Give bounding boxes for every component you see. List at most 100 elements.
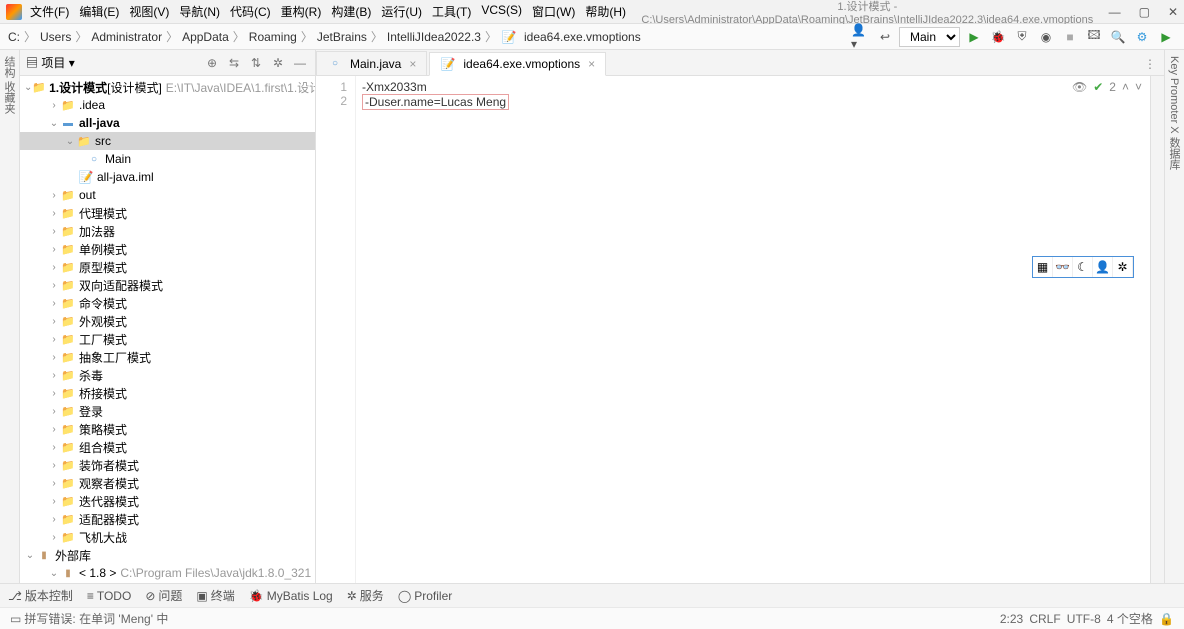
code-line[interactable]: -Xmx2033m <box>362 80 1144 94</box>
collapse-icon[interactable]: ⇅ <box>247 56 265 70</box>
code-editor[interactable]: 12 -Xmx2033m -Duser.name=Lucas Meng 👁 ✔2… <box>316 76 1164 583</box>
down-icon[interactable]: ˅ <box>1135 80 1142 94</box>
breadcrumb[interactable]: IntelliJIdea2022.3 <box>387 30 481 44</box>
maximize-icon[interactable]: ▢ <box>1139 5 1150 19</box>
breadcrumb[interactable]: AppData <box>182 30 229 44</box>
moon-icon[interactable]: ☾ <box>1073 257 1093 277</box>
bottom-tool-bar: ⎇ 版本控制 ≡ TODO ⊘ 问题 ▣ 终端 🐞 MyBatis Log ✲ … <box>0 583 1184 607</box>
breadcrumb[interactable]: Roaming <box>249 30 297 44</box>
navigation-bar: C:〉 Users〉 Administrator〉 AppData〉 Roami… <box>0 24 1184 50</box>
profile-icon[interactable]: ◉ <box>1036 27 1056 47</box>
tree-folder[interactable]: ›桥接模式 <box>20 384 315 402</box>
editor-scrollbar[interactable] <box>1150 76 1164 583</box>
tree-folder[interactable]: ›飞机大战 <box>20 528 315 546</box>
tree-node-src[interactable]: ⌄src <box>20 132 315 150</box>
translate-icon[interactable]: 🖾 <box>1084 27 1104 47</box>
breadcrumb[interactable]: idea64.exe.vmoptions <box>524 30 641 44</box>
menu-tools[interactable]: 工具(T) <box>432 3 471 20</box>
menu-window[interactable]: 窗口(W) <box>532 3 575 20</box>
settings-icon[interactable]: ⚙ <box>1132 27 1152 47</box>
tree-folder[interactable]: ›加法器 <box>20 222 315 240</box>
code-line-highlighted[interactable]: -Duser.name=Lucas Meng <box>362 94 509 110</box>
status-indent[interactable]: 4 个空格 <box>1107 610 1153 627</box>
menu-refactor[interactable]: 重构(R) <box>281 3 322 20</box>
tree-folder[interactable]: ›组合模式 <box>20 438 315 456</box>
file-icon: 📝 <box>501 30 517 44</box>
tab-menu-icon[interactable]: ⋮ <box>1136 53 1164 75</box>
minimize-icon[interactable]: — <box>1109 5 1121 19</box>
tree-folder[interactable]: ›外观模式 <box>20 312 315 330</box>
left-tool-stripe[interactable]: 结构 收藏夹 <box>0 50 20 583</box>
debug-icon[interactable]: 🐞 <box>988 27 1008 47</box>
close-icon[interactable]: ✕ <box>1168 5 1178 19</box>
back-icon[interactable]: ↩ <box>875 27 895 47</box>
menu-view[interactable]: 视图(V) <box>129 3 169 20</box>
menu-navigate[interactable]: 导航(N) <box>179 3 220 20</box>
select-target-icon[interactable]: ⊕ <box>203 56 221 70</box>
menu-vcs[interactable]: VCS(S) <box>481 3 522 20</box>
tool-problems[interactable]: ⊘ 问题 <box>145 587 182 604</box>
project-tree[interactable]: ⌄1.设计模式 [设计模式]E:\IT\Java\IDEA\1.first\1.… <box>20 76 315 583</box>
run-config-select[interactable]: Main <box>899 27 960 47</box>
menu-edit[interactable]: 编辑(E) <box>79 3 119 20</box>
tree-folder[interactable]: ›装饰者模式 <box>20 456 315 474</box>
tree-folder[interactable]: ›代理模式 <box>20 204 315 222</box>
expand-icon[interactable]: ⇆ <box>225 56 243 70</box>
tree-folder[interactable]: ›登录 <box>20 402 315 420</box>
status-eol[interactable]: CRLF <box>1029 612 1060 626</box>
tree-folder[interactable]: ›原型模式 <box>20 258 315 276</box>
menu-help[interactable]: 帮助(H) <box>585 3 626 20</box>
run-anything-icon[interactable]: ▶ <box>1156 27 1176 47</box>
close-tab-icon[interactable]: × <box>588 57 595 71</box>
user-icon[interactable]: 👤▾ <box>851 27 871 47</box>
run-icon[interactable]: ▶ <box>964 27 984 47</box>
close-tab-icon[interactable]: × <box>409 57 416 71</box>
coverage-icon[interactable]: ⛨ <box>1012 27 1032 47</box>
status-encoding[interactable]: UTF-8 <box>1067 612 1101 626</box>
menu-file[interactable]: 文件(F) <box>30 3 69 20</box>
iml-icon: 📝 <box>78 170 94 184</box>
breadcrumb[interactable]: JetBrains <box>317 30 367 44</box>
breadcrumb[interactable]: Administrator <box>91 30 162 44</box>
floating-toolbar[interactable]: ▦ 👓 ☾ 👤 ✲ <box>1032 256 1134 278</box>
up-icon[interactable]: ˄ <box>1122 80 1129 94</box>
grid-icon[interactable]: ▦ <box>1033 257 1053 277</box>
tool-profiler[interactable]: ◯ Profiler <box>398 589 452 603</box>
menu-build[interactable]: 构建(B) <box>331 3 371 20</box>
right-tool-stripe[interactable]: Key Promoter X 数据库 <box>1164 50 1184 583</box>
tool-terminal[interactable]: ▣ 终端 <box>196 587 234 604</box>
tree-folder[interactable]: ›观察者模式 <box>20 474 315 492</box>
tree-folder[interactable]: ›工厂模式 <box>20 330 315 348</box>
tree-folder[interactable]: ›策略模式 <box>20 420 315 438</box>
tree-folder[interactable]: ›杀毒 <box>20 366 315 384</box>
tree-folder[interactable]: ›抽象工厂模式 <box>20 348 315 366</box>
tool-services[interactable]: ✲ 服务 <box>347 587 384 604</box>
hide-icon[interactable]: — <box>291 56 309 70</box>
tab-main-java[interactable]: Main.java× <box>316 51 427 75</box>
tool-todo[interactable]: ≡ TODO <box>87 589 131 603</box>
eye-icon[interactable]: 👁 <box>1072 80 1087 94</box>
gear-icon[interactable]: ✲ <box>269 56 287 70</box>
tree-folder[interactable]: ›双向适配器模式 <box>20 276 315 294</box>
status-message: 拼写错误: 在单词 'Meng' 中 <box>24 610 168 627</box>
menu-code[interactable]: 代码(C) <box>230 3 271 20</box>
tool-vcs[interactable]: ⎇ 版本控制 <box>8 587 73 604</box>
gear-icon[interactable]: ✲ <box>1113 257 1133 277</box>
status-position[interactable]: 2:23 <box>1000 612 1023 626</box>
stop-icon[interactable]: ■ <box>1060 27 1080 47</box>
search-icon[interactable]: 🔍 <box>1108 27 1128 47</box>
sidebar-title[interactable]: ▤ 项目 ▾ <box>26 54 75 71</box>
breadcrumb[interactable]: Users <box>40 30 71 44</box>
inspection-widget[interactable]: 👁 ✔2 ˄˅ <box>1072 80 1142 94</box>
menu-run[interactable]: 运行(U) <box>381 3 422 20</box>
tree-folder[interactable]: ›适配器模式 <box>20 510 315 528</box>
tree-folder[interactable]: ›命令模式 <box>20 294 315 312</box>
tree-folder[interactable]: ›单例模式 <box>20 240 315 258</box>
person-icon[interactable]: 👤 <box>1093 257 1113 277</box>
tree-folder[interactable]: ›迭代器模式 <box>20 492 315 510</box>
tab-vmoptions[interactable]: 📝idea64.exe.vmoptions× <box>429 52 606 76</box>
tool-mybatis[interactable]: 🐞 MyBatis Log <box>249 589 333 603</box>
breadcrumb[interactable]: C: <box>8 30 20 44</box>
status-lock-icon[interactable]: 🔒 <box>1159 612 1174 626</box>
reader-icon[interactable]: 👓 <box>1053 257 1073 277</box>
